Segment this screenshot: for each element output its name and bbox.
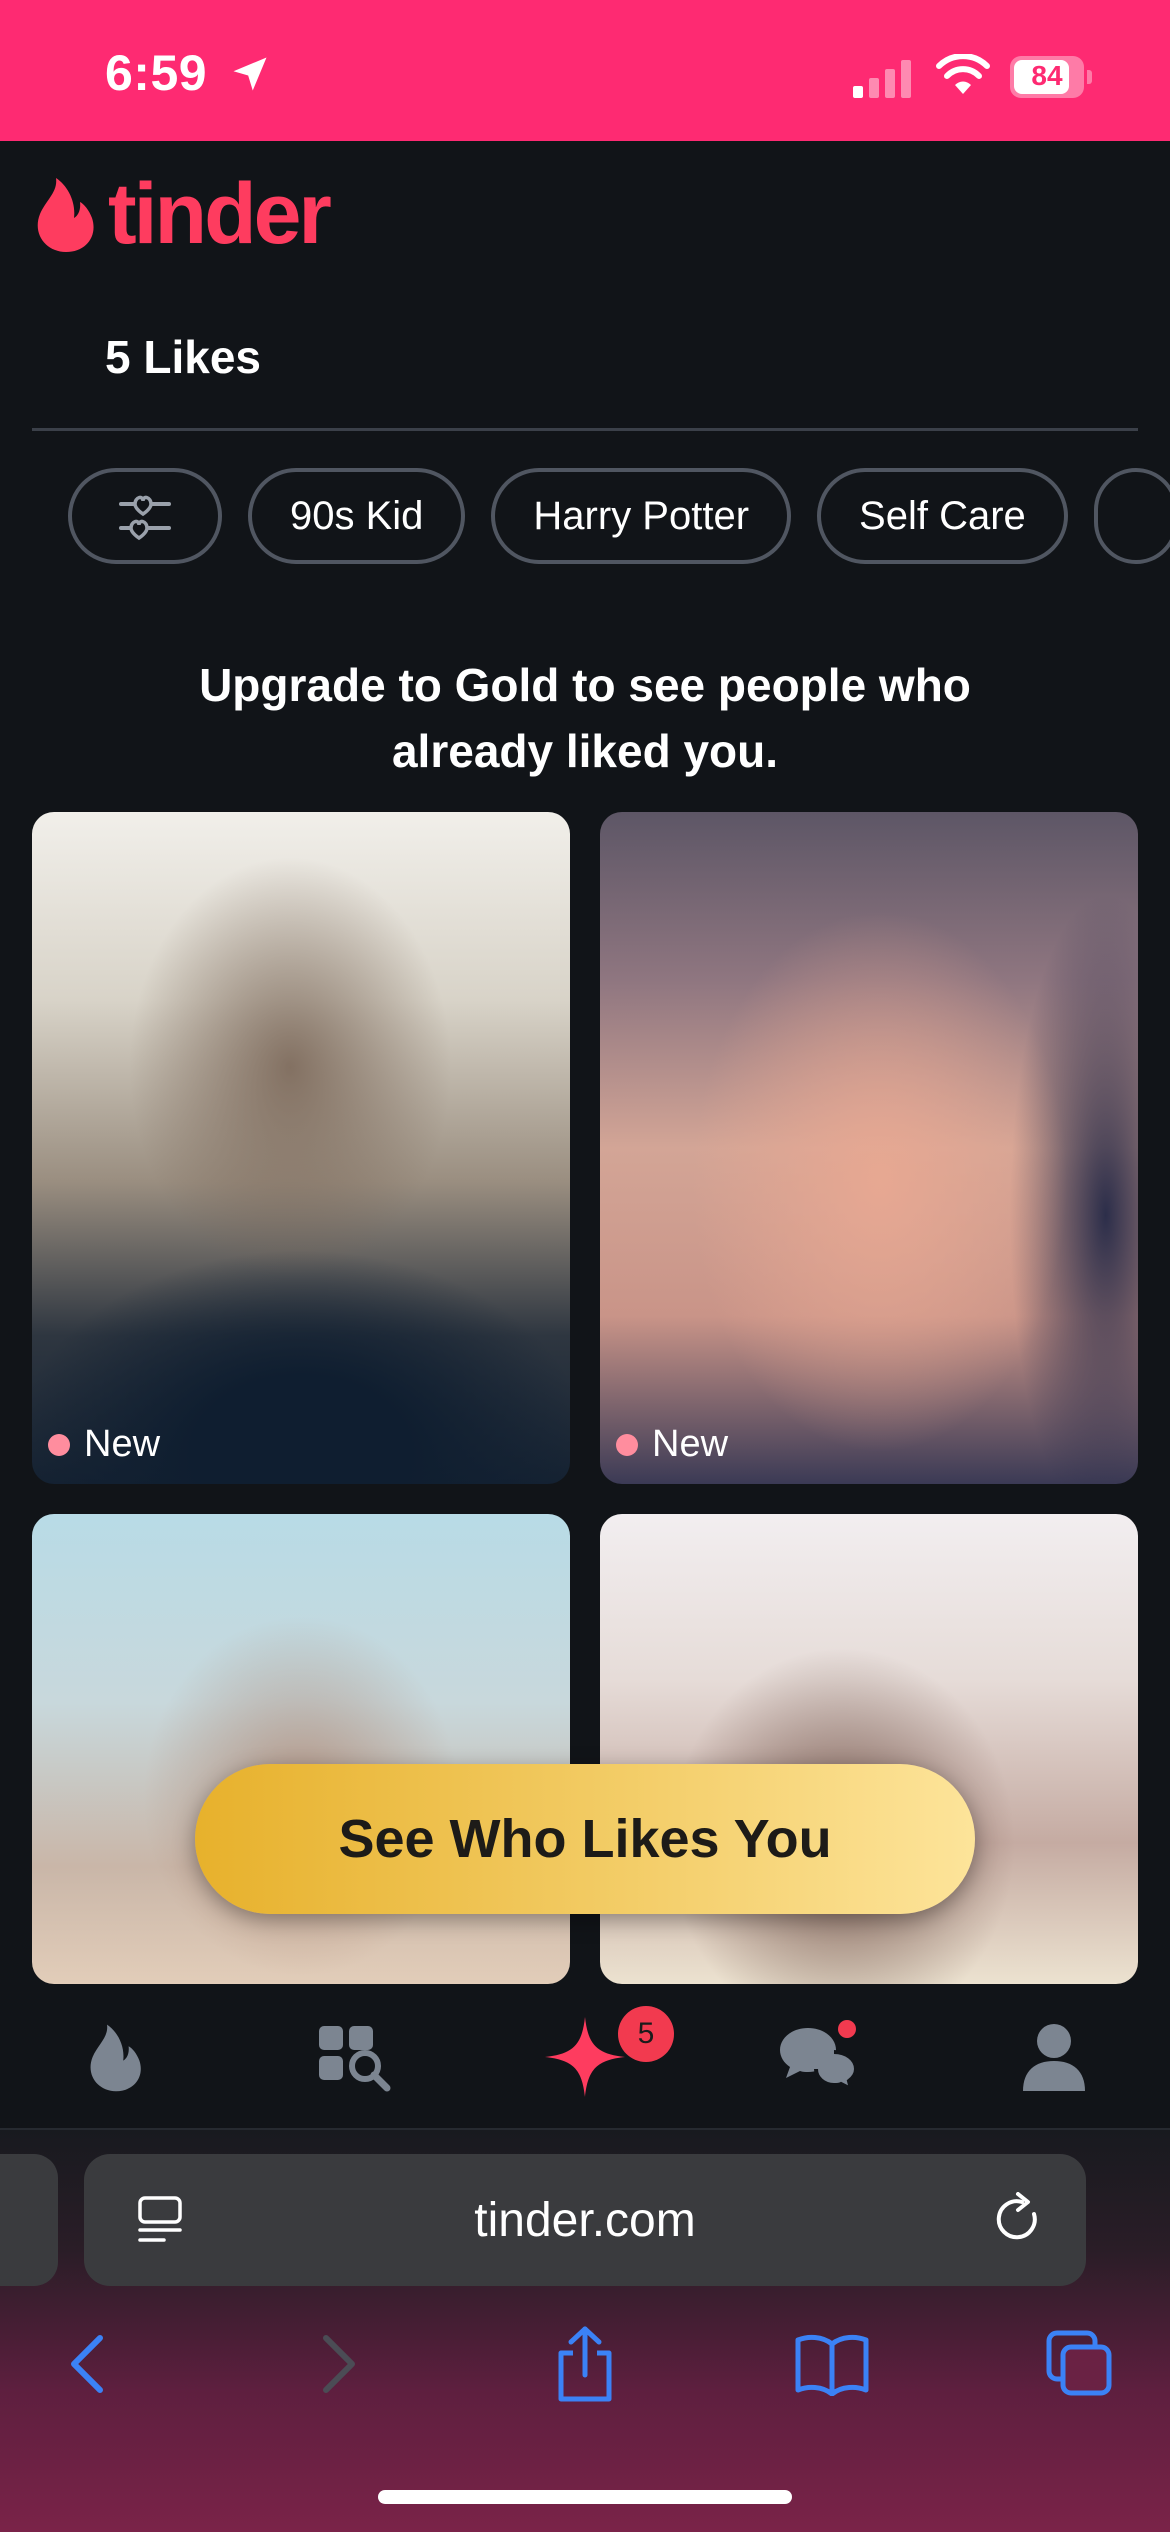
tabs-button[interactable] xyxy=(1040,2324,1120,2404)
flame-icon xyxy=(90,2024,141,2092)
new-dot-icon xyxy=(48,1433,70,1456)
bookmarks-icon xyxy=(795,2334,869,2396)
flame-logo-icon xyxy=(37,178,94,252)
heart-sliders-icon xyxy=(119,495,171,541)
new-tag: New xyxy=(48,1423,160,1466)
bottom-nav xyxy=(0,1984,1170,2130)
new-dot-icon xyxy=(616,1433,638,1456)
status-time: 6:59 xyxy=(105,45,208,101)
forward-icon xyxy=(323,2335,355,2393)
wifi-icon xyxy=(936,54,990,94)
nav-profile[interactable] xyxy=(1004,1984,1104,2130)
cellular-signal-icon xyxy=(853,60,911,98)
filter-chip-overflow[interactable] xyxy=(1093,468,1170,564)
bookmarks-button[interactable] xyxy=(792,2324,872,2404)
upgrade-line-1: Upgrade to Gold to see people who xyxy=(199,659,971,711)
profile-icon xyxy=(1023,2024,1085,2091)
filter-chip[interactable]: Self Care xyxy=(817,468,1068,564)
nav-swipe[interactable] xyxy=(64,1984,168,2130)
see-who-likes-you-button[interactable]: See Who Likes You xyxy=(195,1764,975,1914)
battery-level: 84 xyxy=(1031,60,1063,91)
tinder-logo[interactable]: tinder xyxy=(34,166,332,262)
upgrade-message: Upgrade to Gold to see people who alread… xyxy=(80,652,1090,784)
share-button[interactable] xyxy=(545,2324,625,2404)
tab-likes[interactable]: 5 Likes xyxy=(105,330,261,384)
likes-count-badge: 5 xyxy=(618,2006,674,2062)
address-bar[interactable]: tinder.com xyxy=(84,2154,1086,2286)
filter-settings-button[interactable] xyxy=(68,468,222,564)
nav-likes[interactable] xyxy=(535,1984,635,2130)
share-icon xyxy=(558,2326,612,2402)
tab-divider xyxy=(32,428,1138,431)
chat-unread-dot xyxy=(838,2020,856,2038)
new-tag-label: New xyxy=(84,1423,161,1465)
back-icon xyxy=(71,2335,103,2393)
nav-chat[interactable] xyxy=(768,1984,868,2130)
explore-icon xyxy=(319,2026,391,2092)
location-arrow-icon xyxy=(233,57,267,91)
filter-chip[interactable]: Harry Potter xyxy=(491,468,792,564)
home-indicator[interactable] xyxy=(378,2490,792,2504)
reload-icon[interactable] xyxy=(992,2192,1046,2248)
back-button[interactable] xyxy=(48,2324,128,2404)
new-tag-label: New xyxy=(652,1423,729,1465)
new-tag: New xyxy=(616,1423,728,1466)
logo-wordmark: tinder xyxy=(108,166,332,262)
like-card[interactable]: New xyxy=(600,812,1138,1484)
status-bar: 6:59 84 xyxy=(0,0,1170,141)
tabs-icon xyxy=(1046,2330,1112,2396)
battery-icon: 84 xyxy=(1010,56,1092,98)
forward-button[interactable] xyxy=(298,2324,378,2404)
likes-sparkle-icon xyxy=(545,2017,625,2097)
filter-chips: 90s Kid Harry Potter Self Care xyxy=(68,468,1170,568)
nav-explore[interactable] xyxy=(306,1984,406,2130)
upgrade-line-2: already liked you. xyxy=(391,725,779,777)
url-text: tinder.com xyxy=(474,2193,696,2247)
like-card[interactable]: New xyxy=(32,812,570,1484)
previous-tab-peek[interactable] xyxy=(0,2154,58,2286)
filter-chip[interactable]: 90s Kid xyxy=(248,468,466,564)
